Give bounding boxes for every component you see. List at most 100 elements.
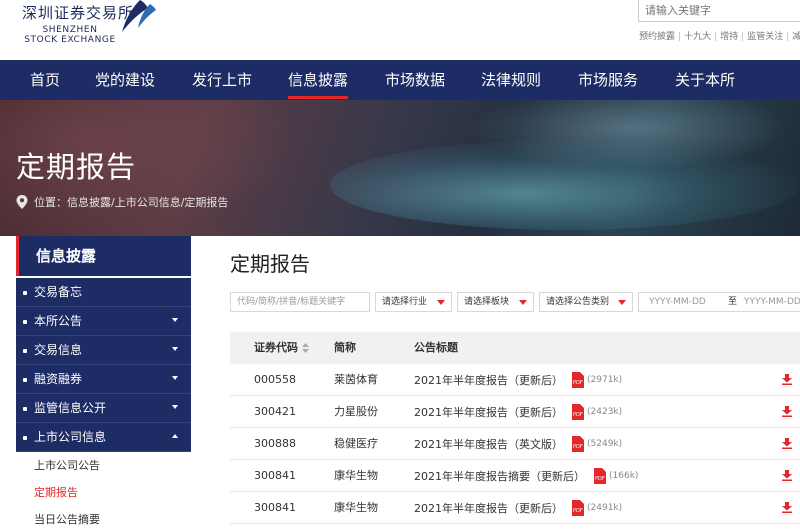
board-select[interactable]: 请选择板块 <box>457 292 534 312</box>
table-row: 300841 康华生物 2021年半年度报告摘要（更新后） PDF (166k) <box>230 460 800 492</box>
download-icon[interactable] <box>782 406 792 417</box>
download-icon[interactable] <box>782 470 792 481</box>
industry-select[interactable]: 请选择行业 <box>375 292 452 312</box>
logo-english-name[interactable]: SHENZHEN STOCK EXCHANGE <box>22 25 118 45</box>
pdf-icon[interactable]: PDF <box>570 436 585 452</box>
chevron-down-icon <box>172 405 178 409</box>
sidebar-item-listed-company-info[interactable]: 上市公司信息 <box>16 423 191 452</box>
sidebar-item-exchange-notices[interactable]: 本所公告 <box>16 307 191 336</box>
sidebar-item-label: 融资融券 <box>34 372 83 386</box>
cell-code: 300841 <box>254 501 296 514</box>
nav-item-disclosure[interactable]: 信息披露 <box>288 60 349 100</box>
sidebar-subitem-periodic-reports[interactable]: 定期报告 <box>16 479 191 506</box>
download-icon[interactable] <box>782 438 792 449</box>
szse-logo-mark-icon[interactable] <box>118 0 156 36</box>
sort-icon[interactable] <box>302 343 309 353</box>
pdf-icon[interactable]: PDF <box>570 500 585 516</box>
cell-code: 300841 <box>254 469 296 482</box>
sidebar: 信息披露 交易备忘 本所公告 交易信息 融资融券 监管信息公开 上市公司信息 上… <box>16 236 191 530</box>
file-size: (5249k) <box>587 439 623 449</box>
pdf-icon[interactable]: PDF <box>592 468 607 484</box>
report-title-link[interactable]: 2021年半年度报告（更新后） <box>414 404 563 420</box>
cell-code: 000558 <box>254 373 296 386</box>
sidebar-item-label: 交易信息 <box>34 343 83 357</box>
page-title: 定期报告 <box>16 150 137 184</box>
date-range-picker[interactable]: YYYY-MM-DD 至 YYYY-MM-DD <box>638 292 800 312</box>
cell-code: 300421 <box>254 405 296 418</box>
table-header: 证券代码 简称 公告标题 <box>230 332 800 364</box>
category-select[interactable]: 请选择公告类别 <box>539 292 633 312</box>
file-size: (2423k) <box>587 407 623 417</box>
sidebar-item-trading-memo[interactable]: 交易备忘 <box>16 278 191 307</box>
keyword-search-input[interactable]: 代码/简称/拼音/标题关键字 <box>230 292 370 312</box>
sidebar-item-margin-trading[interactable]: 融资融券 <box>16 365 191 394</box>
hot-word[interactable]: 减 <box>792 29 800 42</box>
nav-item-party-building[interactable]: 党的建设 <box>95 60 155 100</box>
table-row: 300888 稳健医疗 2021年半年度报告（英文版） PDF (5249k) <box>230 428 800 460</box>
nav-item-market-data[interactable]: 市场数据 <box>385 60 445 100</box>
dropdown-arrow-icon <box>618 300 626 305</box>
nav-item-services[interactable]: 市场服务 <box>578 60 638 100</box>
cell-title: 2021年半年度报告（英文版） PDF (5249k) <box>414 428 622 460</box>
download-icon[interactable] <box>782 502 792 513</box>
sidebar-subitem-company-announcements[interactable]: 上市公司公告 <box>16 452 191 479</box>
svg-text:PDF: PDF <box>595 476 605 482</box>
nav-item-rules[interactable]: 法律规则 <box>481 60 541 100</box>
cell-name: 康华生物 <box>334 469 378 482</box>
chevron-up-icon <box>172 434 178 438</box>
reports-table: 证券代码 简称 公告标题 000558 莱茵体育 2021年半年度报告（更新后）… <box>230 332 800 524</box>
file-size: (166k) <box>609 471 639 481</box>
location-pin-icon <box>16 195 28 209</box>
sidebar-subitem-daily-summary[interactable]: 当日公告摘要 <box>16 506 191 530</box>
column-header-code[interactable]: 证券代码 <box>254 332 309 364</box>
sidebar-item-regulatory-info[interactable]: 监管信息公开 <box>16 394 191 423</box>
sidebar-item-label: 交易备忘 <box>34 285 83 299</box>
cell-name: 力星股份 <box>334 405 378 418</box>
svg-text:PDF: PDF <box>573 380 583 386</box>
nav-item-home[interactable]: 首页 <box>30 60 60 100</box>
report-title-link[interactable]: 2021年半年度报告（更新后） <box>414 500 563 516</box>
hot-words: 预约披露 | 十九大 | 增持 | 监管关注 | 减 <box>639 29 800 42</box>
breadcrumb-text[interactable]: 位置：信息披露/上市公司信息/定期报告 <box>34 194 228 210</box>
chevron-down-icon <box>172 347 178 351</box>
main-content: 定期报告 代码/简称/拼音/标题关键字 请选择行业 请选择板块 请选择公告类别 … <box>206 236 800 530</box>
cell-code: 300888 <box>254 437 296 450</box>
report-title-link[interactable]: 2021年半年度报告摘要（更新后） <box>414 468 585 484</box>
content-title: 定期报告 <box>230 252 310 276</box>
nav-item-listing[interactable]: 发行上市 <box>192 60 252 100</box>
sidebar-submenu: 上市公司公告 定期报告 当日公告摘要 <box>16 452 191 530</box>
download-icon[interactable] <box>782 374 792 385</box>
pdf-icon[interactable]: PDF <box>570 372 585 388</box>
date-from-field[interactable]: YYYY-MM-DD <box>649 293 706 311</box>
cell-title: 2021年半年度报告（更新后） PDF (2423k) <box>414 396 622 428</box>
hot-word[interactable]: 预约披露 <box>639 29 675 42</box>
table-row: 300841 康华生物 2021年半年度报告（更新后） PDF (2491k) <box>230 492 800 524</box>
hot-word[interactable]: 监管关注 <box>747 29 783 42</box>
nav-item-about[interactable]: 关于本所 <box>675 60 735 100</box>
dropdown-arrow-icon <box>519 300 527 305</box>
report-title-link[interactable]: 2021年半年度报告（英文版） <box>414 436 563 452</box>
file-size: (2491k) <box>587 503 623 513</box>
pdf-icon[interactable]: PDF <box>570 404 585 420</box>
date-range-separator: 至 <box>728 297 738 307</box>
cell-name: 莱茵体育 <box>334 373 378 386</box>
column-header-name: 简称 <box>334 341 356 354</box>
table-row: 300421 力星股份 2021年半年度报告（更新后） PDF (2423k) <box>230 396 800 428</box>
hot-word[interactable]: 增持 <box>720 29 738 42</box>
svg-text:PDF: PDF <box>573 444 583 450</box>
column-header-title: 公告标题 <box>414 341 458 354</box>
breadcrumb: 位置：信息披露/上市公司信息/定期报告 <box>16 194 228 210</box>
cell-title: 2021年半年度报告（更新后） PDF (2971k) <box>414 364 622 396</box>
cell-name: 稳健医疗 <box>334 437 378 450</box>
sidebar-item-trading-info[interactable]: 交易信息 <box>16 336 191 365</box>
sidebar-menu: 交易备忘 本所公告 交易信息 融资融券 监管信息公开 上市公司信息 <box>16 278 191 452</box>
date-to-field[interactable]: YYYY-MM-DD <box>744 293 800 311</box>
page-banner: 定期报告 位置：信息披露/上市公司信息/定期报告 <box>0 100 800 236</box>
dropdown-arrow-icon <box>437 300 445 305</box>
search-input[interactable] <box>638 0 800 22</box>
file-size: (2971k) <box>587 375 623 385</box>
hot-word[interactable]: 十九大 <box>684 29 711 42</box>
cell-title: 2021年半年度报告摘要（更新后） PDF (166k) <box>414 460 638 492</box>
main-nav: 首页 党的建设 发行上市 信息披露 市场数据 法律规则 市场服务 关于本所 <box>0 60 800 100</box>
report-title-link[interactable]: 2021年半年度报告（更新后） <box>414 372 563 388</box>
